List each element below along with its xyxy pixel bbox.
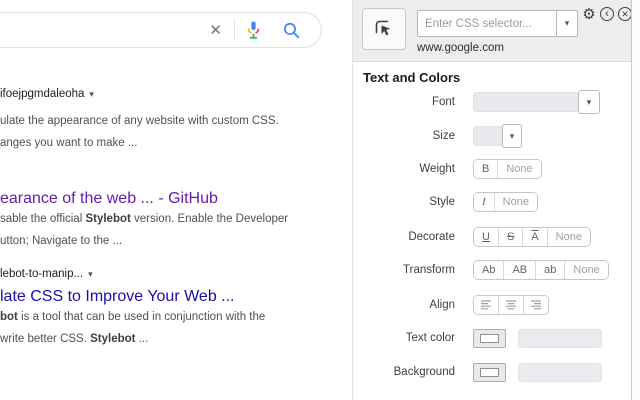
chevron-down-icon[interactable]: ▾ <box>89 89 94 99</box>
transform-row: Transform Ab AB ab None <box>353 253 632 287</box>
decorate-label: Decorate <box>353 231 455 243</box>
current-site-url: www.google.com <box>417 42 504 54</box>
style-row: Style I None <box>353 185 632 219</box>
align-center-icon[interactable] <box>498 296 523 314</box>
panel-header: ▾ ⚙ ‹ ✕ www.google.com <box>353 0 632 62</box>
result-snippet: ulate the appearance of any website with… <box>0 110 279 154</box>
font-row: Font ▾ <box>353 85 632 119</box>
decorate-strikethrough-button[interactable]: S <box>498 228 522 246</box>
text-color-swatch[interactable] <box>473 329 506 348</box>
background-color-input[interactable] <box>518 363 602 382</box>
css-editor-panel: ▾ ⚙ ‹ ✕ www.google.com Text and Colors F… <box>352 0 640 400</box>
style-italic-button[interactable]: I <box>474 193 494 211</box>
transform-capitalize-button[interactable]: Ab <box>474 261 503 279</box>
align-label: Align <box>353 299 455 311</box>
result-title-link[interactable]: late CSS to Improve Your Web ... <box>0 288 235 306</box>
voice-search-icon[interactable] <box>235 20 272 40</box>
weight-row: Weight B None <box>353 152 632 186</box>
search-results-page: ✕ if <box>0 0 352 400</box>
selector-dropdown-button[interactable]: ▾ <box>556 10 578 37</box>
style-none-button[interactable]: None <box>494 193 537 211</box>
font-label: Font <box>353 96 455 108</box>
size-row: Size ▾ <box>353 119 632 153</box>
result-breadcrumb[interactable]: ifoejpgmdaleoha ▾ <box>0 88 94 100</box>
inspect-icon <box>372 17 396 41</box>
result-title-link[interactable]: earance of the web ... - GitHub <box>0 190 218 208</box>
result-snippet: bot is a tool that can be used in conjun… <box>0 306 265 350</box>
size-dropdown-button[interactable]: ▾ <box>502 124 522 148</box>
size-label: Size <box>353 130 455 142</box>
result-breadcrumb[interactable]: lebot-to-manip... ▾ <box>0 268 93 280</box>
panel-scrollbar[interactable] <box>631 0 640 400</box>
search-submit-icon[interactable] <box>272 21 311 40</box>
app-window: ✕ if <box>0 0 640 400</box>
section-title: Text and Colors <box>363 70 460 85</box>
decorate-overline-button[interactable]: A <box>522 228 546 246</box>
decorate-underline-button[interactable]: U <box>474 228 498 246</box>
background-label: Background <box>353 366 455 378</box>
settings-icon[interactable]: ⚙ <box>581 6 597 22</box>
style-label: Style <box>353 196 455 208</box>
result-snippet: sable the official Stylebot version. Ena… <box>0 208 288 252</box>
chevron-down-icon[interactable]: ▾ <box>88 269 93 279</box>
text-color-swatch-preview <box>480 334 499 343</box>
text-color-row: Text color <box>353 321 632 355</box>
decorate-row: Decorate U S A None <box>353 220 632 254</box>
search-input[interactable]: ✕ <box>0 12 322 48</box>
searchbar-icons: ✕ <box>197 13 311 47</box>
background-row: Background <box>353 355 632 389</box>
weight-label: Weight <box>353 163 455 175</box>
breadcrumb-text: lebot-to-manip... <box>0 268 83 280</box>
transform-uppercase-button[interactable]: AB <box>503 261 535 279</box>
breadcrumb-text: ifoejpgmdaleoha <box>0 88 84 100</box>
transform-lowercase-button[interactable]: ab <box>535 261 564 279</box>
size-select[interactable] <box>473 126 503 146</box>
weight-bold-button[interactable]: B <box>474 160 497 178</box>
align-left-icon[interactable] <box>474 296 498 314</box>
text-color-input[interactable] <box>518 329 602 348</box>
decorate-none-button[interactable]: None <box>547 228 590 246</box>
text-color-label: Text color <box>353 332 455 344</box>
select-element-button[interactable] <box>362 8 406 50</box>
background-swatch-preview <box>480 368 499 377</box>
clear-search-icon[interactable]: ✕ <box>197 21 234 39</box>
weight-none-button[interactable]: None <box>497 160 540 178</box>
font-select[interactable] <box>473 92 579 112</box>
back-icon[interactable]: ‹ <box>599 6 615 22</box>
align-right-icon[interactable] <box>523 296 548 314</box>
background-color-swatch[interactable] <box>473 363 506 382</box>
align-row: Align <box>353 288 632 322</box>
css-selector-input[interactable] <box>417 10 556 37</box>
transform-label: Transform <box>353 264 455 276</box>
font-dropdown-button[interactable]: ▾ <box>578 90 600 114</box>
transform-none-button[interactable]: None <box>564 261 607 279</box>
